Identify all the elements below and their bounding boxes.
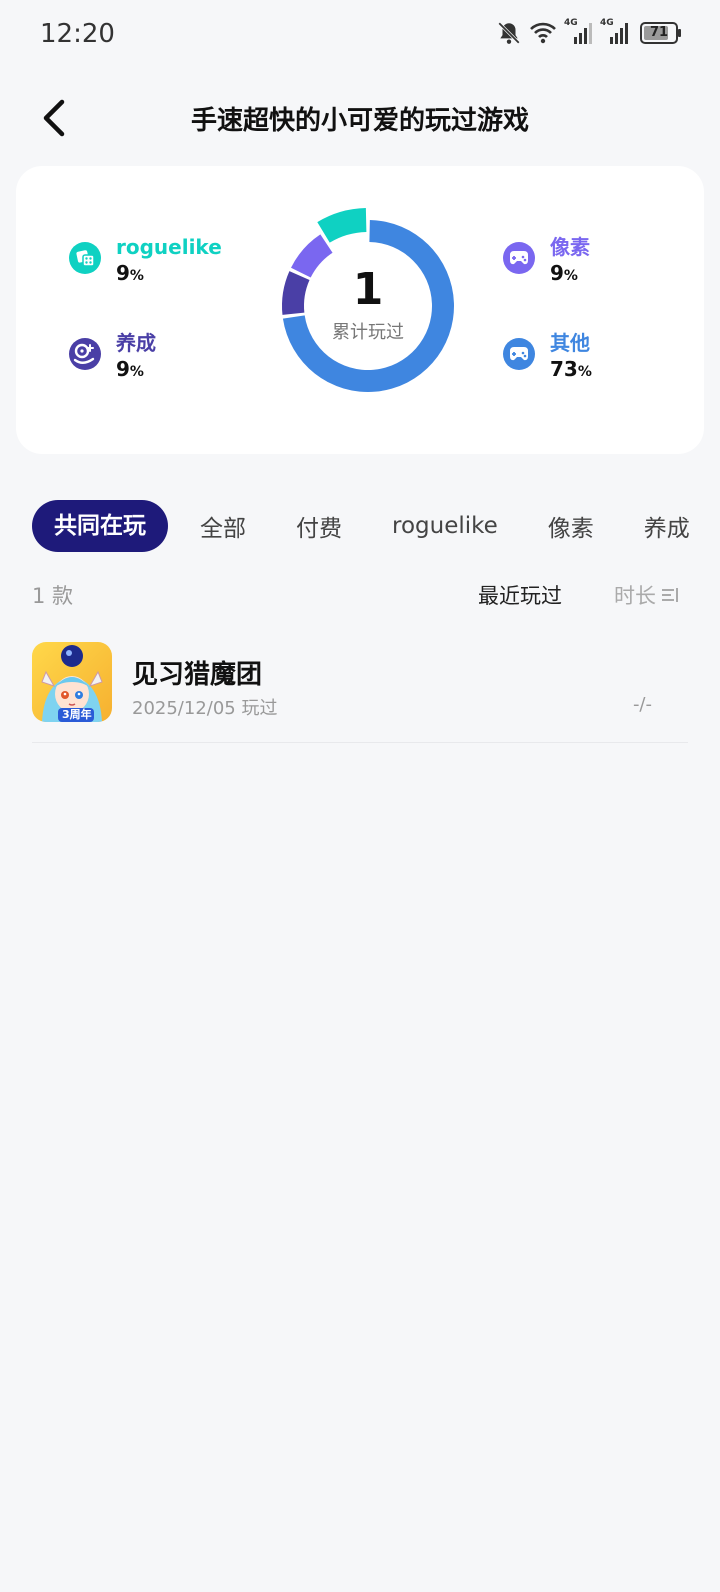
total-played-label: 累计玩过	[332, 322, 404, 343]
status-bar: 12:20 4G 4G 71	[0, 0, 720, 72]
gamepad-icon	[503, 242, 535, 274]
donut-center: 1 累计玩过	[268, 266, 468, 344]
legend-percent: 9%	[116, 357, 144, 381]
signal-1: 4G	[564, 18, 594, 46]
summary-card: roguelike 9% 养成 9% 1 累计玩过 像素 9% 其他 73%	[16, 166, 704, 454]
header: 手速超快的小可爱的玩过游戏	[0, 82, 720, 154]
tab-nurture[interactable]: 养成	[644, 509, 690, 543]
battery-level: 71	[649, 25, 669, 40]
page-title: 手速超快的小可爱的玩过游戏	[190, 106, 529, 136]
tab-roguelike[interactable]: roguelike	[392, 513, 498, 539]
signal-2: 4G	[600, 18, 630, 46]
tab-playing-together[interactable]: 共同在玩	[32, 500, 168, 552]
status-time: 12:20	[40, 19, 115, 49]
legend-roguelike: roguelike 9%	[68, 234, 222, 289]
legend-percent: 9%	[116, 261, 144, 285]
tab-all[interactable]: 全部	[200, 509, 246, 543]
sort-recent-button[interactable]: 最近玩过	[478, 580, 562, 610]
legend-percent: 9%	[550, 261, 578, 285]
donut-slice-dice-0	[317, 208, 367, 243]
tab-pixel[interactable]: 像素	[548, 509, 594, 543]
legend-name: 养成	[116, 331, 156, 355]
list-item[interactable]: 3周年 见习猎魔团 2025/12/05 玩过 -/-	[32, 640, 688, 743]
game-last-played: 2025/12/05 玩过	[132, 698, 278, 719]
nurture-icon	[69, 338, 101, 370]
legend-name: 其他	[550, 331, 590, 355]
signal-icon	[610, 23, 628, 44]
legend-name: 像素	[550, 235, 590, 259]
list-toolbar: 1 款 最近玩过 时长	[32, 574, 680, 614]
bell-muted-icon	[498, 22, 520, 44]
legend-nurture: 养成 9%	[68, 330, 156, 385]
dice-icon	[69, 242, 101, 274]
game-name: 见习猎魔团	[132, 660, 263, 690]
anniversary-badge: 3周年	[62, 708, 92, 721]
sort-duration-button[interactable]: 时长	[614, 580, 680, 610]
game-count: 1 款	[32, 584, 74, 608]
total-played-count: 1	[352, 264, 384, 315]
status-icons: 4G 4G 71	[496, 18, 681, 46]
tab-paid[interactable]: 付费	[296, 509, 342, 543]
legend-name: roguelike	[116, 235, 222, 259]
wifi-icon	[530, 22, 556, 44]
sort-duration-label: 时长	[614, 584, 656, 608]
legend-pixel: 像素 9%	[502, 234, 590, 289]
category-tabs: 共同在玩 全部 付费 roguelike 像素 养成	[32, 500, 720, 552]
legend-other: 其他 73%	[502, 330, 592, 385]
gamepad-icon	[503, 338, 535, 370]
signal-icon	[574, 23, 592, 44]
game-icon: 3周年	[32, 642, 112, 722]
legend-percent: 73%	[550, 357, 592, 381]
game-duration: -/-	[632, 694, 652, 715]
sort-icon	[662, 588, 678, 602]
battery-icon: 71	[640, 22, 681, 44]
